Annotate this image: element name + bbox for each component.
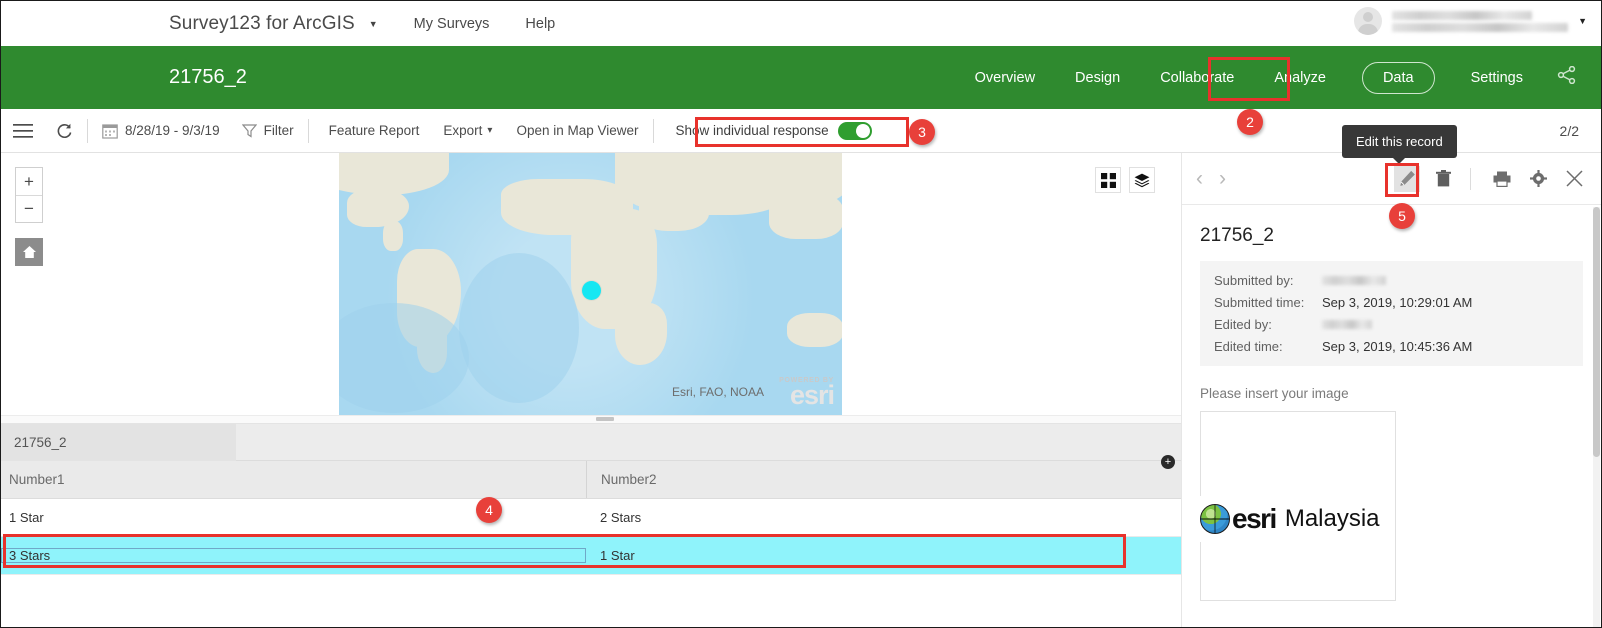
tab-settings[interactable]: Settings [1467,63,1527,93]
record-panel-body: 21756_2 Submitted by: Submitted time: Se… [1182,205,1601,628]
esri-wordmark: esri [779,384,834,407]
show-individual-response-label: Show individual response [676,123,829,138]
annotation-badge-3: 3 [909,119,935,145]
edit-record-tooltip: Edit this record [1342,125,1457,158]
survey-nav-tabs: Overview Design Collaborate Analyze Data… [939,62,1577,94]
record-title: 21756_2 [1200,225,1583,247]
column-header-number1[interactable]: Number1 [1,461,586,498]
metadata-row-edited-time: Edited time: Sep 3, 2019, 10:45:36 AM [1214,339,1569,354]
metadata-row-submitted-time: Submitted time: Sep 3, 2019, 10:29:01 AM [1214,295,1569,310]
metadata-key: Submitted time: [1214,295,1322,310]
app-brand-title[interactable]: Survey123 for ArcGIS [169,13,355,35]
filter-button[interactable]: Filter [264,123,294,138]
show-individual-response-toggle[interactable]: Show individual response [668,118,880,144]
layers-icon[interactable] [1129,167,1155,193]
attribute-table: 21756_2 Number1 Number2 + 1 Star 2 Stars… [1,424,1181,628]
basemap-gallery-icon[interactable] [1095,167,1121,193]
print-icon[interactable] [1489,166,1515,192]
table-row[interactable]: 1 Star 2 Stars [1,499,1181,537]
annotation-badge-5: 5 [1389,203,1415,229]
response-image-attachment[interactable]: esri Malaysia [1200,411,1396,601]
metadata-key: Edited by: [1214,317,1322,332]
cell-number1: 3 Stars [1,548,586,563]
metadata-value: Sep 3, 2019, 10:45:36 AM [1322,339,1472,354]
question-label-image: Please insert your image [1200,386,1583,401]
survey123-data-page: Survey123 for ArcGIS ▼ My Surveys Help ▼… [0,0,1602,628]
table-tab-bar: 21756_2 [1,424,1181,461]
metadata-key: Submitted by: [1214,273,1322,288]
home-icon [22,245,37,259]
date-range-filter[interactable]: 8/28/19 - 9/3/19 [125,123,220,138]
share-icon[interactable] [1557,66,1577,89]
map-container[interactable]: Esri, FAO, NOAA POWERED BY esri + − [1,153,1181,419]
tab-collaborate[interactable]: Collaborate [1156,63,1238,93]
map-home-button[interactable] [15,238,43,266]
tab-data[interactable]: Data [1362,62,1435,94]
annotation-badge-2: 2 [1237,109,1263,135]
column-header-number2[interactable]: Number2 [586,461,1181,498]
cell-number2: 1 Star [586,548,1181,563]
esri-logo-text: esri [1232,503,1276,535]
export-button[interactable]: Export [443,123,482,138]
metadata-key: Edited time: [1214,339,1322,354]
tab-design[interactable]: Design [1071,63,1124,93]
user-account-menu[interactable]: ▼ [1354,7,1587,35]
cell-number2: 2 Stars [586,510,1181,525]
map-zoom-controls[interactable]: + − [15,167,43,223]
tab-analyze[interactable]: Analyze [1270,63,1330,93]
metadata-value: Sep 3, 2019, 10:29:01 AM [1322,295,1472,310]
map-tool-buttons [1087,167,1155,193]
application-top-bar: Survey123 for ArcGIS ▼ My Surveys Help ▼ [1,1,1601,46]
add-field-icon[interactable]: + [1161,455,1175,469]
avatar [1354,7,1382,35]
page-title: 21756_2 [169,66,247,89]
gear-icon[interactable] [1525,166,1551,192]
map-canvas[interactable]: Esri, FAO, NOAA POWERED BY esri [339,153,842,416]
table-row[interactable]: 3 Stars 1 Star [1,537,1181,575]
map-table-splitter[interactable] [1,415,1181,424]
globe-icon [1200,504,1230,534]
zoom-out-button[interactable]: − [16,195,42,222]
nav-link-help[interactable]: Help [525,16,555,32]
zoom-in-button[interactable]: + [16,168,42,195]
feature-report-button[interactable]: Feature Report [329,123,420,138]
splitter-grip-handle[interactable] [596,417,614,421]
record-page-count: 2/2 [1560,123,1579,139]
nav-link-my-surveys[interactable]: My Surveys [414,16,490,32]
export-chevron-down-icon[interactable]: ▾ [487,125,492,136]
metadata-value-redacted [1322,320,1372,329]
tab-overview[interactable]: Overview [971,63,1039,93]
next-record-icon[interactable]: › [1219,167,1226,191]
record-panel-toolbar: ‹ › [1182,153,1601,205]
panel-scrollbar[interactable] [1593,207,1600,627]
survey-header-bar: 21756_2 Overview Design Collaborate Anal… [1,46,1601,109]
delete-record-icon[interactable] [1430,166,1456,192]
esri-malaysia-logo: esri Malaysia [1199,496,1395,542]
hamburger-menu-icon[interactable] [13,124,33,138]
edit-record-icon[interactable] [1394,166,1420,192]
open-in-map-viewer-button[interactable]: Open in Map Viewer [516,123,638,138]
esri-logo-suffix: Malaysia [1285,505,1380,533]
user-chevron-down-icon[interactable]: ▼ [1578,16,1587,26]
metadata-row-edited-by: Edited by: [1214,317,1569,332]
close-icon[interactable] [1561,166,1587,192]
toggle-switch[interactable] [838,122,872,140]
brand-chevron-down-icon[interactable]: ▼ [369,19,378,29]
annotation-badge-4: 4 [476,497,502,523]
esri-powered-logo: POWERED BY esri [779,377,834,407]
map-point-marker[interactable] [582,281,601,300]
panel-scrollbar-thumb[interactable] [1593,207,1600,457]
refresh-icon[interactable] [55,122,73,140]
map-attribution: Esri, FAO, NOAA [672,385,764,399]
record-metadata: Submitted by: Submitted time: Sep 3, 201… [1200,261,1583,366]
table-header-row: Number1 Number2 + [1,461,1181,499]
filter-icon[interactable] [242,123,257,138]
metadata-value-redacted [1322,276,1386,285]
table-tab-21756-2[interactable]: 21756_2 [1,424,236,461]
previous-record-icon[interactable]: ‹ [1196,167,1203,191]
calendar-icon[interactable] [102,123,118,139]
user-name-redacted [1392,11,1568,32]
metadata-row-submitted-by: Submitted by: [1214,273,1569,288]
